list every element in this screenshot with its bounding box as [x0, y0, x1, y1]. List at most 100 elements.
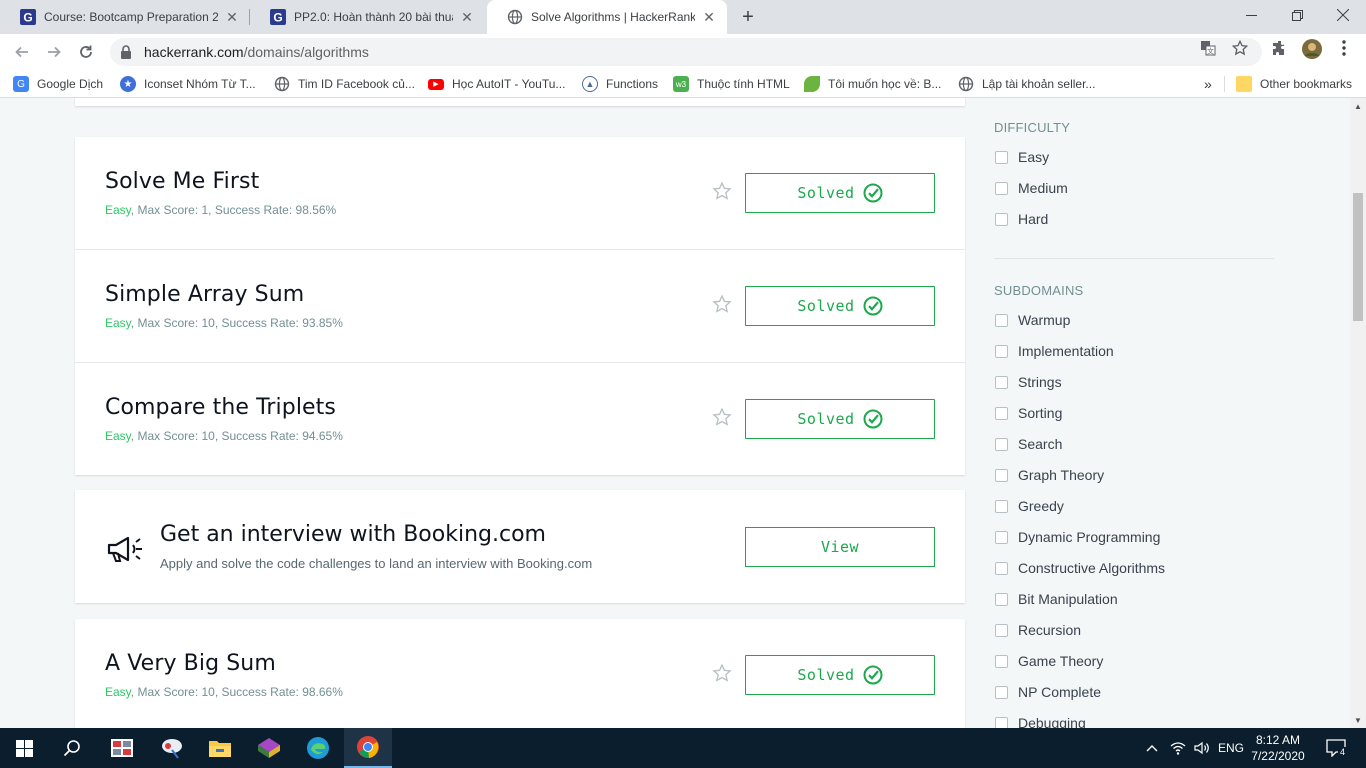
- restore-icon[interactable]: [1274, 0, 1320, 30]
- address-bar[interactable]: hackerrank.com/domains/algorithms: [110, 38, 1262, 66]
- solved-button[interactable]: Solved: [745, 655, 935, 695]
- close-tab-icon[interactable]: ✕: [224, 9, 240, 25]
- new-tab-icon[interactable]: +: [738, 7, 758, 27]
- windows-start-icon[interactable]: [0, 728, 48, 768]
- tab-pp2[interactable]: G PP2.0: Hoàn thành 20 bài thuật to ✕: [250, 0, 485, 34]
- forward-icon[interactable]: [42, 40, 66, 64]
- filter-bit-manipulation[interactable]: Bit Manipulation: [994, 590, 1118, 608]
- close-tab-icon[interactable]: ✕: [701, 9, 717, 25]
- scroll-thumb[interactable]: [1353, 193, 1363, 321]
- challenge-row[interactable]: Compare the Triplets Easy, Max Score: 10…: [75, 363, 965, 476]
- challenge-row[interactable]: Solve Me First Easy, Max Score: 1, Succe…: [75, 137, 965, 250]
- filter-np-complete[interactable]: NP Complete: [994, 683, 1101, 701]
- search-icon[interactable]: [48, 728, 96, 768]
- filter-hard[interactable]: Hard: [994, 210, 1048, 228]
- solved-button[interactable]: Solved: [745, 286, 935, 326]
- extensions-icon[interactable]: [1272, 40, 1288, 56]
- solved-button[interactable]: Solved: [745, 399, 935, 439]
- filter-debugging[interactable]: Debugging: [994, 714, 1086, 728]
- bookmark-star-icon[interactable]: [712, 407, 732, 427]
- filter-implementation[interactable]: Implementation: [994, 342, 1114, 360]
- bookmark-star-icon[interactable]: [712, 294, 732, 314]
- avatar[interactable]: [1302, 39, 1322, 59]
- bookmark-toi-muon[interactable]: Tôi muốn học về: B...: [804, 75, 941, 93]
- other-bookmarks[interactable]: Other bookmarks: [1236, 75, 1352, 93]
- bookmark-star-icon[interactable]: [1232, 40, 1248, 56]
- tab-hackerrank[interactable]: Solve Algorithms | HackerRank ✕: [487, 0, 727, 34]
- checkbox[interactable]: [995, 716, 1008, 728]
- tab-course[interactable]: G Course: Bootcamp Preparation 2 ✕: [0, 0, 250, 34]
- show-hidden-icons-icon[interactable]: [1142, 728, 1162, 768]
- chrome-browser-icon[interactable]: [344, 728, 392, 768]
- menu-kebab-icon[interactable]: [1336, 40, 1352, 56]
- checkbox[interactable]: [995, 530, 1008, 544]
- bookmark-google-dich[interactable]: G Google Dịch: [13, 75, 103, 93]
- volume-icon[interactable]: [1190, 728, 1214, 768]
- filter-search[interactable]: Search: [994, 435, 1062, 453]
- checkbox[interactable]: [995, 212, 1008, 226]
- edge-browser-icon[interactable]: [294, 728, 342, 768]
- checkbox[interactable]: [995, 437, 1008, 451]
- view-button[interactable]: View: [745, 527, 935, 567]
- checkbox[interactable]: [995, 181, 1008, 195]
- translate-icon[interactable]: 文: [1200, 40, 1216, 56]
- challenge-title[interactable]: A Very Big Sum: [105, 651, 276, 676]
- challenge-title[interactable]: Simple Array Sum: [105, 282, 304, 307]
- close-tab-icon[interactable]: ✕: [459, 9, 475, 25]
- filter-game-theory[interactable]: Game Theory: [994, 652, 1103, 670]
- checkbox[interactable]: [995, 150, 1008, 164]
- filter-constructive-algorithms[interactable]: Constructive Algorithms: [994, 559, 1165, 577]
- filter-graph-theory[interactable]: Graph Theory: [994, 466, 1104, 484]
- bookmarks-overflow-icon[interactable]: »: [1204, 75, 1212, 93]
- bookmark-iconset[interactable]: ★ Iconset Nhóm Từ T...: [120, 75, 256, 93]
- network-icon[interactable]: [1166, 728, 1190, 768]
- calculator-app-icon[interactable]: [98, 728, 146, 768]
- checkbox[interactable]: [995, 468, 1008, 482]
- challenge-row[interactable]: A Very Big Sum Easy, Max Score: 10, Succ…: [75, 619, 965, 728]
- bookmark-star-icon[interactable]: [712, 181, 732, 201]
- filter-sorting[interactable]: Sorting: [994, 404, 1062, 422]
- bookmark-autoit[interactable]: ▶ Học AutoIT - YouTu...: [428, 75, 565, 93]
- lock-icon[interactable]: [118, 44, 134, 60]
- checkbox[interactable]: [995, 406, 1008, 420]
- checkbox[interactable]: [995, 685, 1008, 699]
- scroll-up-icon[interactable]: ▲: [1350, 98, 1366, 114]
- checkbox[interactable]: [995, 344, 1008, 358]
- challenge-title[interactable]: Compare the Triplets: [105, 395, 336, 420]
- bookmark-tim-id[interactable]: Tim ID Facebook củ...: [274, 75, 415, 93]
- filter-greedy[interactable]: Greedy: [994, 497, 1064, 515]
- challenge-row[interactable]: Simple Array Sum Easy, Max Score: 10, Su…: [75, 250, 965, 363]
- minimize-icon[interactable]: [1228, 0, 1274, 30]
- page-scrollbar[interactable]: ▲ ▼: [1350, 98, 1366, 728]
- system-clock[interactable]: 8:12 AM 7/22/2020: [1246, 732, 1310, 764]
- filter-dynamic-programming[interactable]: Dynamic Programming: [994, 528, 1160, 546]
- close-window-icon[interactable]: [1320, 0, 1366, 30]
- filter-recursion[interactable]: Recursion: [994, 621, 1081, 639]
- solved-button[interactable]: Solved: [745, 173, 935, 213]
- filter-warmup[interactable]: Warmup: [994, 311, 1070, 329]
- filter-medium[interactable]: Medium: [994, 179, 1068, 197]
- reload-icon[interactable]: [74, 40, 98, 64]
- checkbox[interactable]: [995, 654, 1008, 668]
- back-icon[interactable]: [10, 40, 34, 64]
- checkbox[interactable]: [995, 623, 1008, 637]
- filter-strings[interactable]: Strings: [994, 373, 1062, 391]
- filter-easy[interactable]: Easy: [994, 148, 1049, 166]
- bookmark-star-icon[interactable]: [712, 663, 732, 683]
- language-indicator[interactable]: ENG: [1214, 728, 1248, 768]
- notification-count-badge: 4: [1338, 747, 1348, 757]
- bookmark-thuoc-tinh[interactable]: w3 Thuộc tính HTML: [673, 75, 790, 93]
- winrar-app-icon[interactable]: [245, 728, 293, 768]
- checkbox[interactable]: [995, 313, 1008, 327]
- bookmark-functions[interactable]: ▲ Functions: [582, 75, 658, 93]
- snipping-tool-icon[interactable]: [148, 728, 196, 768]
- checkbox[interactable]: [995, 499, 1008, 513]
- challenge-title[interactable]: Solve Me First: [105, 169, 259, 194]
- checkbox[interactable]: [995, 375, 1008, 389]
- notification-center-icon[interactable]: 4: [1316, 728, 1356, 768]
- bookmark-lap-tai-khoan[interactable]: Lập tài khoản seller...: [958, 75, 1095, 93]
- file-explorer-icon[interactable]: [196, 728, 244, 768]
- checkbox[interactable]: [995, 561, 1008, 575]
- checkbox[interactable]: [995, 592, 1008, 606]
- scroll-down-icon[interactable]: ▼: [1350, 712, 1366, 728]
